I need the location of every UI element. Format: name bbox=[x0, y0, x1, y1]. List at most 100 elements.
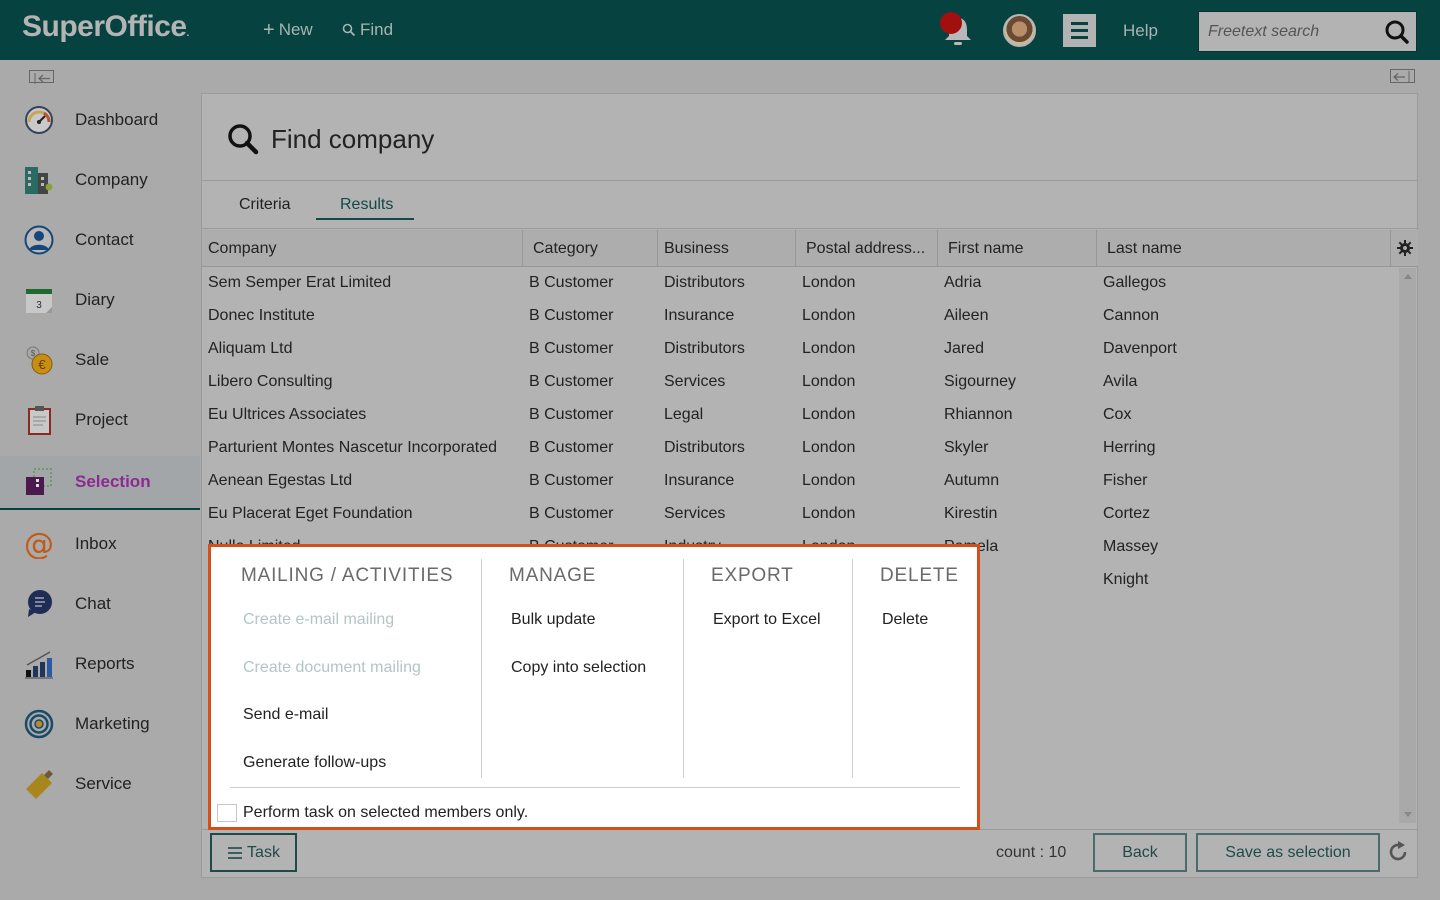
cell-postal-address: London bbox=[802, 307, 856, 324]
find-button[interactable]: Find bbox=[342, 20, 393, 40]
task-send-e-mail[interactable]: Send e-mail bbox=[243, 706, 328, 724]
notification-badge bbox=[940, 12, 962, 34]
save-as-selection-button[interactable]: Save as selection bbox=[1196, 833, 1380, 872]
table-row[interactable]: Eu Ultrices Associates B Customer Legal Lon… bbox=[202, 400, 1396, 433]
selected-members-only-label[interactable]: Perform task on selected members only. bbox=[243, 804, 528, 822]
sidebar-item-inbox[interactable]: @ Inbox bbox=[0, 518, 200, 570]
speedometer-icon bbox=[25, 106, 53, 134]
sidebar-item-label: Diary bbox=[75, 290, 115, 309]
task-bulk-update[interactable]: Bulk update bbox=[511, 611, 596, 629]
sidebar-item-dashboard[interactable]: Dashboard bbox=[0, 94, 200, 146]
menu-line bbox=[1071, 36, 1088, 39]
cell-first-name: Sigourney bbox=[944, 373, 1017, 390]
sidebar-item-reports[interactable]: Reports bbox=[0, 638, 200, 690]
cell-category: B Customer bbox=[529, 472, 614, 489]
column-header-category[interactable]: Category bbox=[523, 230, 658, 267]
cell-last-name: Cortez bbox=[1103, 505, 1151, 522]
menu-line bbox=[1071, 22, 1088, 25]
section-heading: EXPORT bbox=[711, 565, 794, 586]
sidebar-item-chat[interactable]: Chat bbox=[0, 578, 200, 630]
notifications-button[interactable] bbox=[940, 12, 976, 48]
task-button[interactable]: Task bbox=[210, 833, 297, 872]
clipboard-icon bbox=[28, 406, 51, 435]
collapse-right-panel-button[interactable] bbox=[1390, 69, 1415, 83]
person-icon bbox=[24, 225, 54, 255]
table-row[interactable]: Parturient Montes Nascetur Incorporated B… bbox=[202, 433, 1396, 466]
sidebar-item-marketing[interactable]: Marketing bbox=[0, 698, 200, 750]
sidebar-item-project[interactable]: Project bbox=[0, 394, 200, 446]
column-header-last-name[interactable]: Last name bbox=[1097, 230, 1391, 267]
result-count: count : 10 bbox=[996, 844, 1067, 861]
task-section-delete: DELETE Delete bbox=[853, 559, 977, 778]
cell-category: B Customer bbox=[529, 307, 614, 324]
tab-criteria[interactable]: Criteria bbox=[239, 196, 291, 214]
cell-business: Insurance bbox=[664, 472, 735, 489]
cell-category: B Customer bbox=[529, 274, 614, 291]
chat-bubble-icon bbox=[28, 590, 52, 617]
cell-first-name: Skyler bbox=[944, 439, 989, 456]
column-header-business[interactable]: Business bbox=[658, 230, 796, 267]
cell-last-name: Davenport bbox=[1103, 340, 1177, 357]
collapse-sidebar-button[interactable] bbox=[29, 70, 54, 84]
cell-postal-address: London bbox=[802, 274, 856, 291]
table-row[interactable]: Donec Institute B Customer Insurance London… bbox=[202, 301, 1396, 334]
sidebar-item-diary[interactable]: 3 Diary bbox=[0, 274, 200, 326]
column-header-first-name[interactable]: First name bbox=[938, 230, 1097, 267]
column-header-company[interactable]: Company bbox=[202, 230, 523, 267]
table-row[interactable]: Eu Placerat Eget Foundation B Customer Ser… bbox=[202, 499, 1396, 532]
superoffice-logo[interactable]: SuperOffice. bbox=[22, 10, 189, 44]
cell-last-name: Knight bbox=[1103, 571, 1149, 588]
cell-postal-address: London bbox=[802, 340, 856, 357]
tab-results[interactable]: Results bbox=[340, 196, 393, 214]
scroll-up-arrow[interactable] bbox=[1404, 274, 1412, 279]
bar-chart-icon bbox=[25, 651, 53, 679]
selection-icon bbox=[26, 468, 52, 495]
table-row[interactable]: Aliquam Ltd B Customer Distributors London J… bbox=[202, 334, 1396, 367]
column-settings-button[interactable] bbox=[1391, 230, 1418, 267]
task-copy-into-selection[interactable]: Copy into selection bbox=[511, 659, 646, 677]
cell-category: B Customer bbox=[529, 373, 614, 390]
selected-members-only-checkbox[interactable] bbox=[217, 804, 237, 822]
cell-company: Aenean Egestas Ltd bbox=[208, 472, 353, 489]
scroll-down-arrow[interactable] bbox=[1404, 812, 1412, 817]
refresh-icon[interactable] bbox=[1386, 840, 1410, 864]
cell-last-name: Fisher bbox=[1103, 472, 1148, 489]
user-avatar[interactable] bbox=[1003, 14, 1036, 47]
sidebar-item-company[interactable]: Company bbox=[0, 154, 200, 206]
table-row[interactable]: Libero Consulting B Customer Services Londo… bbox=[202, 367, 1396, 400]
task-section-export: EXPORT Export to Excel bbox=[684, 559, 853, 778]
search-icon[interactable] bbox=[1384, 19, 1410, 45]
main-menu-button[interactable] bbox=[1063, 14, 1096, 47]
sidebar-item-service[interactable]: Service bbox=[0, 758, 200, 810]
back-button[interactable]: Back bbox=[1093, 833, 1187, 872]
vertical-scrollbar[interactable] bbox=[1399, 268, 1416, 823]
sidebar-item-sale[interactable]: $ € Sale bbox=[0, 334, 200, 386]
cell-business: Services bbox=[664, 505, 726, 522]
cell-business: Distributors bbox=[664, 340, 745, 357]
gear-icon bbox=[1396, 240, 1413, 256]
at-sign-icon: @ bbox=[24, 529, 54, 559]
sidebar-item-label: Chat bbox=[75, 594, 111, 613]
task-export-to-excel[interactable]: Export to Excel bbox=[713, 611, 821, 629]
freetext-search-input[interactable] bbox=[1199, 12, 1379, 51]
sidebar-item-label: Service bbox=[75, 774, 132, 793]
cell-company: Sem Semper Erat Limited bbox=[208, 274, 392, 291]
cell-postal-address: London bbox=[802, 505, 856, 522]
new-button[interactable]: + New bbox=[263, 20, 313, 40]
freetext-search bbox=[1198, 11, 1417, 52]
column-header-postal-address[interactable]: Postal address... bbox=[796, 230, 938, 267]
table-row[interactable]: Sem Semper Erat Limited B Customer Distrib… bbox=[202, 268, 1396, 301]
table-row[interactable]: Aenean Egestas Ltd B Customer Insurance Lon… bbox=[202, 466, 1396, 499]
top-bar: SuperOffice. + New Find Help bbox=[0, 0, 1440, 60]
coins-icon: $€ bbox=[26, 346, 53, 375]
cell-first-name: Adria bbox=[944, 274, 982, 291]
task-delete[interactable]: Delete bbox=[882, 611, 928, 629]
sidebar-item-contact[interactable]: Contact bbox=[0, 214, 200, 266]
sidebar-item-label: Dashboard bbox=[75, 110, 159, 129]
sidebar-item-selection[interactable]: Selection bbox=[0, 456, 200, 510]
sidebar-item-label: Contact bbox=[75, 230, 134, 249]
task-section-manage: MANAGE Bulk update Copy into selection bbox=[482, 559, 684, 778]
task-generate-follow-ups[interactable]: Generate follow-ups bbox=[243, 754, 386, 772]
help-link[interactable]: Help bbox=[1123, 21, 1158, 41]
search-icon bbox=[228, 124, 259, 155]
